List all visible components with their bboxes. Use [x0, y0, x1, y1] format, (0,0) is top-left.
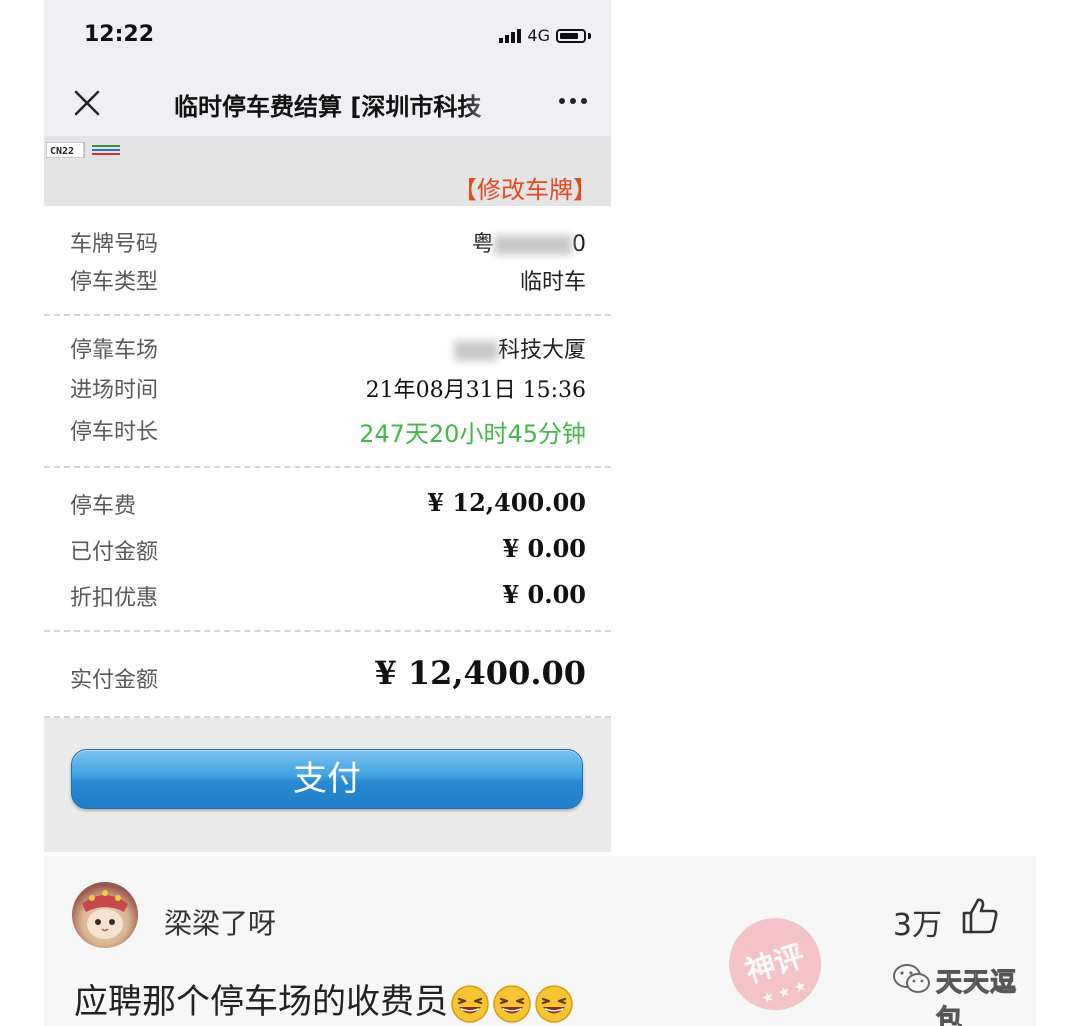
close-icon[interactable]	[70, 86, 104, 120]
discount-value: ¥ 0.00	[502, 580, 586, 609]
like-count: 3万	[892, 908, 942, 943]
emoji-group	[448, 982, 574, 1023]
plate-thumbnail: CN22	[46, 142, 120, 158]
discount-label: 折扣优惠	[70, 586, 159, 611]
duration-label: 停车时长	[70, 420, 159, 445]
entry-row: 进场时间 21年08月31日 15:36	[70, 372, 586, 406]
fee-row: 停车费 ¥ 12,400.00	[70, 488, 586, 522]
status-bar: 12:22 4G	[44, 0, 611, 72]
pay-area: 支付	[44, 718, 611, 852]
laughing-emoji-icon	[535, 984, 573, 1023]
pay-button[interactable]: 支付	[71, 749, 583, 809]
comment-card: 梁梁了呀 3万 神评 ★ ★ ★ 应聘那个停车场的收费员 天天逗包	[44, 856, 1036, 1026]
actual-label: 实付金额	[70, 668, 159, 693]
page-title: 临时停车费结算 [深圳市科技	[174, 93, 482, 121]
divider	[44, 466, 611, 468]
lot-label: 停靠车场	[70, 338, 159, 363]
lot-row: 停靠车场 科技大厦	[70, 332, 586, 366]
lot-value: 科技大厦	[453, 332, 586, 364]
status-time: 12:22	[84, 22, 155, 47]
comment-text: 应聘那个停车场的收费员	[74, 974, 574, 1024]
battery-tip-icon	[588, 32, 591, 39]
duration-row: 停车时长 247天20小时45分钟	[70, 414, 586, 448]
discount-row: 折扣优惠 ¥ 0.00	[70, 580, 586, 614]
plate-thumbnail-text: CN22	[50, 146, 74, 157]
more-options-icon[interactable]	[559, 98, 587, 104]
battery-icon	[556, 28, 586, 43]
fee-details-card: 车牌号码 粤0 停车类型 临时车 停靠车场 科技大厦 进场时间 21年08月31…	[44, 206, 611, 718]
actual-value: ¥ 12,400.00	[374, 654, 586, 692]
signal-icon	[499, 28, 522, 43]
watermark-text: 天天逗包	[936, 968, 1018, 1026]
type-label: 停车类型	[70, 270, 159, 295]
plate-label: 车牌号码	[70, 232, 159, 257]
username[interactable]: 梁梁了呀	[164, 902, 276, 942]
wechat-icon	[893, 964, 930, 993]
avatar[interactable]	[72, 882, 138, 948]
laughing-emoji-icon	[493, 984, 531, 1023]
god-comment-stamp: 神评 ★ ★ ★	[729, 918, 822, 1011]
phone-screenshot: 12:22 4G 临时停车费结算 [深圳市科技 CN22 【修改车牌】 车牌号码…	[44, 0, 611, 852]
laughing-emoji-icon	[451, 984, 489, 1023]
network-label: 4G	[527, 26, 550, 45]
paid-label: 已付金额	[70, 540, 159, 565]
plate-band: CN22 【修改车牌】	[44, 136, 611, 206]
thumbs-up-icon[interactable]	[960, 896, 1000, 936]
divider	[44, 314, 611, 316]
duration-value: 247天20小时45分钟	[359, 420, 586, 448]
status-indicators: 4G	[499, 26, 591, 45]
paid-row: 已付金额 ¥ 0.00	[70, 534, 586, 568]
fee-label: 停车费	[70, 494, 137, 519]
plate-row: 车牌号码 粤0	[70, 226, 586, 260]
plate-value: 粤0	[471, 232, 586, 257]
modify-plate-link[interactable]: 【修改车牌】	[453, 170, 597, 205]
avatar-image	[82, 890, 128, 939]
entry-label: 进场时间	[70, 378, 159, 403]
paid-value: ¥ 0.00	[502, 534, 586, 563]
fee-value: ¥ 12,400.00	[427, 488, 586, 517]
type-value: 临时车	[519, 270, 586, 295]
divider	[44, 630, 611, 632]
comment-body: 应聘那个停车场的收费员	[74, 982, 448, 1022]
entry-value: 21年08月31日 15:36	[365, 378, 586, 403]
type-row: 停车类型 临时车	[70, 264, 586, 298]
actual-row: 实付金额 ¥ 12,400.00	[70, 654, 586, 698]
nav-bar: 临时停车费结算 [深圳市科技	[44, 72, 611, 136]
